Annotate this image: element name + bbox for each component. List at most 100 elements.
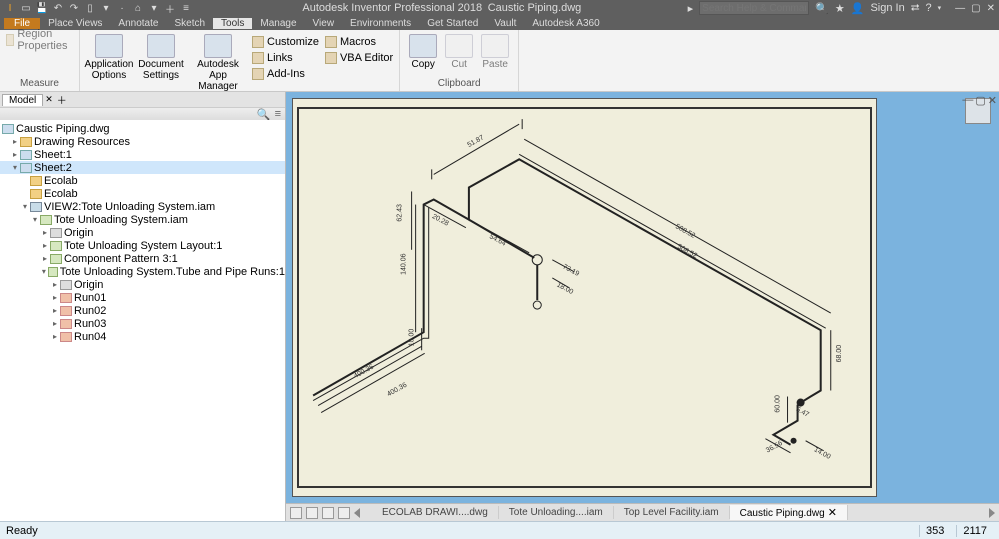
help-icon[interactable]: ?	[926, 2, 932, 14]
cut-button[interactable]: Cut	[446, 32, 472, 70]
vba-editor-button[interactable]: VBA Editor	[325, 50, 393, 65]
save-icon[interactable]: 💾	[36, 2, 48, 14]
tab-environments[interactable]: Environments	[342, 18, 419, 29]
paste-button[interactable]: Paste	[478, 32, 512, 70]
open-icon[interactable]: ▭	[20, 2, 32, 14]
qat-home-icon[interactable]: ⌂	[132, 2, 144, 14]
status-coordinates: 353 2117	[919, 525, 993, 537]
maximize-icon[interactable]: ▢	[971, 3, 980, 14]
tree-root[interactable]: Caustic Piping.dwg	[0, 122, 285, 135]
tab-tools[interactable]: Tools	[213, 18, 252, 29]
tree-node[interactable]: ▸Tote Unloading System Layout:1	[0, 239, 285, 252]
browser-tab-model[interactable]: Model	[2, 94, 43, 106]
browser-tab-add-icon[interactable]: ＋	[57, 92, 67, 107]
links-button[interactable]: Links	[252, 50, 319, 65]
tree-node[interactable]: ▾Sheet:2	[0, 161, 285, 174]
copy-button[interactable]: Copy	[406, 32, 440, 70]
tree-node[interactable]: ▾VIEW2:Tote Unloading System.iam	[0, 200, 285, 213]
document-tab[interactable]: Caustic Piping.dwg ✕	[730, 505, 848, 520]
signin-link[interactable]: Sign In	[870, 2, 904, 14]
expander-icon[interactable]: ▾	[30, 215, 40, 224]
tab-vault[interactable]: Vault	[486, 18, 524, 29]
qat-overflow-icon[interactable]: ≡	[180, 2, 192, 14]
expander-icon[interactable]: ▾	[20, 202, 30, 211]
help-search-input[interactable]	[699, 1, 809, 15]
tree-node[interactable]: ▸Origin	[0, 226, 285, 239]
select-icon[interactable]: ▯	[84, 2, 96, 14]
drawing-canvas[interactable]: 51.87 62.43 20.28 54.64 140.06 10.00 73.…	[286, 92, 999, 503]
tree-node[interactable]: ▸Component Pattern 3:1	[0, 252, 285, 265]
tab-sketch[interactable]: Sketch	[166, 18, 213, 29]
expander-icon[interactable]: ▸	[50, 319, 60, 328]
addins-button[interactable]: Add-Ins	[252, 66, 319, 81]
tree-node[interactable]: ▸Origin	[0, 278, 285, 291]
exchange-icon[interactable]: ⮂	[911, 2, 920, 15]
svg-text:51.87: 51.87	[466, 134, 485, 149]
inventor-logo-icon: I	[4, 2, 16, 14]
expander-icon[interactable]: ▸	[10, 150, 20, 159]
document-tab[interactable]: Top Level Facility.iam	[614, 506, 730, 519]
region-properties-button[interactable]: Region Properties	[6, 32, 73, 47]
mdi-close-icon[interactable]: ✕	[988, 94, 997, 107]
tab-view[interactable]: View	[305, 18, 343, 29]
tree-node[interactable]: Ecolab	[0, 187, 285, 200]
macros-button[interactable]: Macros	[325, 34, 393, 49]
expander-icon[interactable]: ▸	[40, 228, 50, 237]
tree-node[interactable]: ▸Sheet:1	[0, 148, 285, 161]
browser-tree[interactable]: Caustic Piping.dwg ▸Drawing Resources▸Sh…	[0, 120, 285, 521]
expander-icon[interactable]: ▸	[40, 254, 50, 263]
view-mode1-icon[interactable]	[290, 507, 302, 519]
tree-node[interactable]: ▸Run02	[0, 304, 285, 317]
tree-node[interactable]: ▸Drawing Resources	[0, 135, 285, 148]
browser-tab-close-icon[interactable]: ✕	[45, 94, 53, 105]
expander-icon[interactable]: ▸	[10, 137, 20, 146]
redo-icon[interactable]: ↷	[68, 2, 80, 14]
qat-more2-icon[interactable]: ▾	[148, 2, 160, 14]
customize-button[interactable]: Customize	[252, 34, 319, 49]
expander-icon[interactable]: ▸	[50, 306, 60, 315]
tree-node[interactable]: ▾Tote Unloading System.Tube and Pipe Run…	[0, 265, 285, 278]
close-icon[interactable]: ✕	[987, 3, 995, 14]
mdi-max-icon[interactable]: ▢	[975, 94, 985, 107]
view-mode3-icon[interactable]	[322, 507, 334, 519]
help-dropdown-icon[interactable]: ▾	[938, 4, 942, 12]
document-tab[interactable]: Tote Unloading....iam	[499, 506, 614, 519]
browser-search-icon[interactable]: 🔍	[257, 108, 271, 121]
search-icon[interactable]: 🔍	[815, 2, 829, 15]
doctab-prev-icon[interactable]	[354, 508, 360, 518]
document-tab[interactable]: ECOLAB DRAWI....dwg	[372, 506, 499, 519]
user-icon[interactable]: 👤	[851, 2, 865, 15]
expander-icon[interactable]: ▾	[40, 267, 48, 276]
tab-a360[interactable]: Autodesk A360	[524, 18, 607, 29]
view-mode2-icon[interactable]	[306, 507, 318, 519]
tree-node[interactable]: ▸Run01	[0, 291, 285, 304]
expander-icon[interactable]: ▸	[50, 293, 60, 302]
tree-node[interactable]: ▸Run03	[0, 317, 285, 330]
tree-node[interactable]: Ecolab	[0, 174, 285, 187]
tab-manage[interactable]: Manage	[252, 18, 304, 29]
browser-filter-icon[interactable]: ≡	[275, 108, 281, 120]
tree-label: Run04	[74, 331, 106, 343]
qat-more-icon[interactable]: ▾	[100, 2, 112, 14]
expander-icon[interactable]: ▸	[40, 241, 50, 250]
expander-icon[interactable]: ▾	[10, 163, 20, 172]
favorite-icon[interactable]: ★	[835, 2, 845, 15]
application-options-button[interactable]: Application Options	[86, 32, 132, 81]
expander-icon[interactable]: ▸	[50, 332, 60, 341]
tree-node[interactable]: ▾Tote Unloading System.iam	[0, 213, 285, 226]
tab-get-started[interactable]: Get Started	[419, 18, 486, 29]
minimize-icon[interactable]: —	[955, 3, 965, 14]
tree-node[interactable]: ▸ Run04	[0, 330, 285, 343]
tab-annotate[interactable]: Annotate	[110, 18, 166, 29]
qat-add-icon[interactable]: ＋	[164, 2, 176, 14]
undo-icon[interactable]: ↶	[52, 2, 64, 14]
document-settings-button[interactable]: Document Settings	[138, 32, 184, 81]
expander-icon[interactable]: ▸	[50, 280, 60, 289]
doctab-next-icon[interactable]	[989, 508, 995, 518]
search-nav-icon[interactable]: ▸	[688, 2, 694, 15]
view-mode4-icon[interactable]	[338, 507, 350, 519]
doctab-close-icon[interactable]: ✕	[825, 507, 837, 519]
mdi-min-icon[interactable]: —	[962, 94, 973, 107]
app-manager-button[interactable]: Autodesk App Manager	[190, 32, 246, 92]
workspace: Model ✕ ＋ 🔍 ≡ Caustic Piping.dwg ▸Drawin…	[0, 92, 999, 521]
